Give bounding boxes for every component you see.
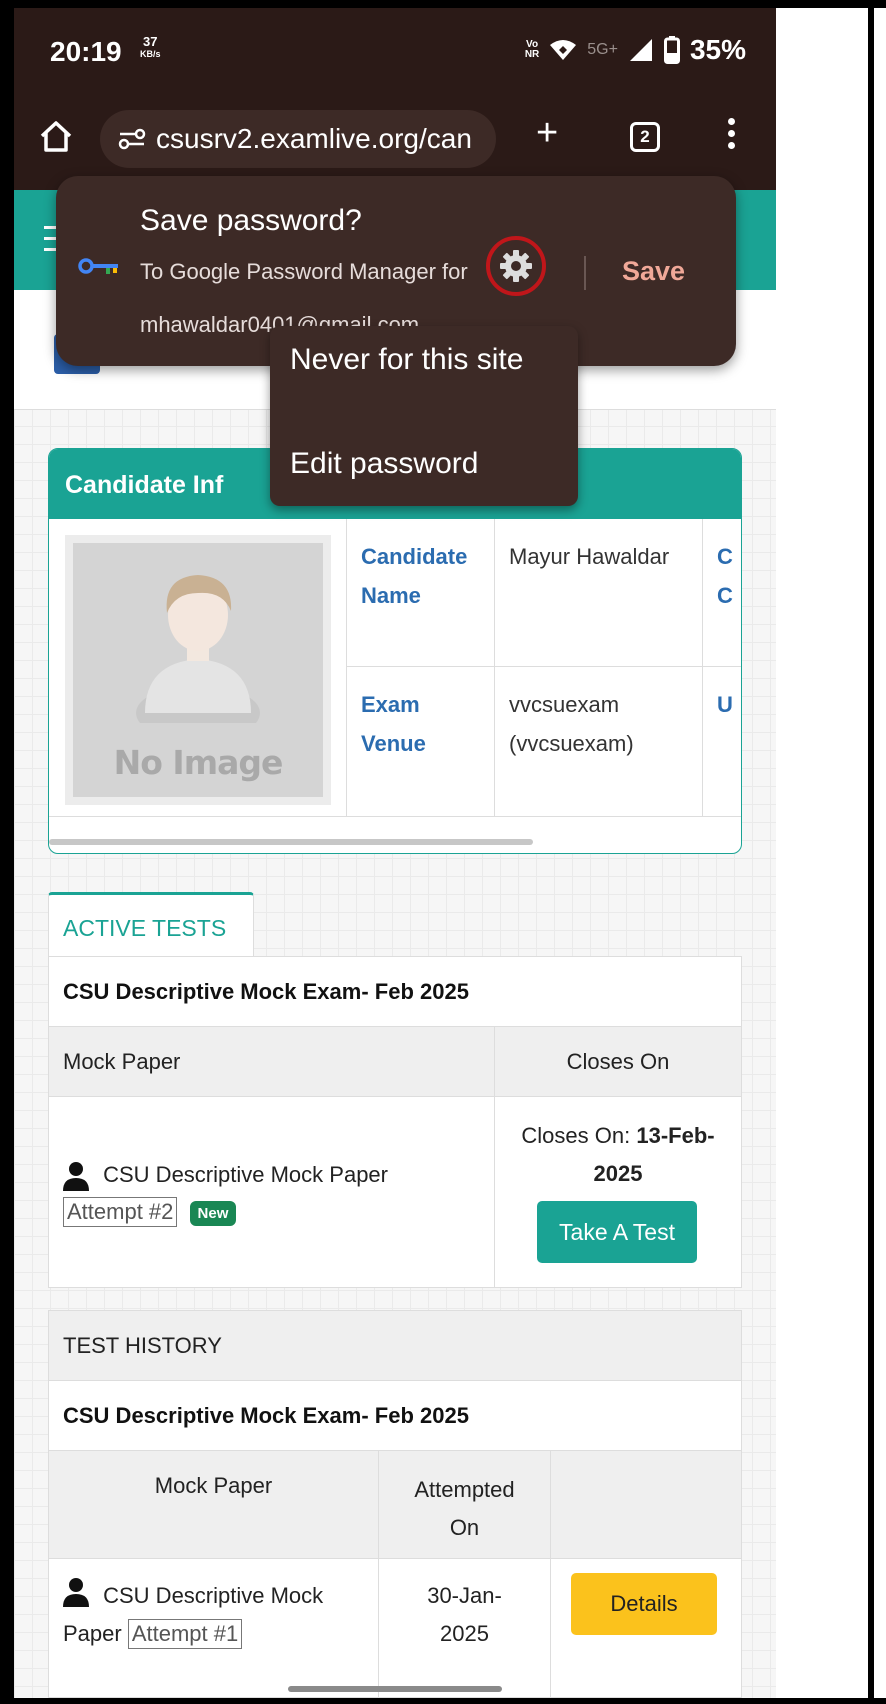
candidate-table: No Image Candidate Name Mayur Hawaldar C… [49,519,741,819]
attempted-date-cell: 30-Jan-2025 [379,1559,551,1698]
history-col-mock-paper: Mock Paper [49,1451,379,1559]
save-password-button[interactable]: Save [622,256,685,287]
status-bar: 20:19 37 KB/s Vo NR 5G+ 35% [14,8,776,96]
exam-venue-value: vvcsuexam (vvcsuexam) [495,667,703,817]
exam-venue-label: Exam Venue [347,667,495,817]
frame-top-border [0,0,886,8]
no-image-text: No Image [113,743,284,782]
details-button[interactable]: Details [571,1573,717,1635]
signal-icon [629,39,652,61]
phone-screen: 20:19 37 KB/s Vo NR 5G+ 35% csusrv2.exam… [14,8,776,1698]
active-paper-name: CSU Descriptive Mock Paper [103,1162,388,1187]
net-speed-value: 37 [143,34,158,49]
user-icon [63,1578,89,1607]
dialog-divider [584,256,586,290]
closes-on-cell: Closes On: 13-Feb-2025 Take A Test [495,1097,741,1287]
battery-icon [663,36,680,64]
key-icon [78,258,118,274]
closes-on-prefix: Closes On: [521,1123,631,1148]
candidate-photo: No Image [65,535,331,805]
attempt-badge: Attempt #2 [63,1197,178,1227]
battery-percent: 35% [689,34,746,65]
details-cell: Details [551,1559,741,1698]
url-text: csusrv2.examlive.org/can [156,123,472,154]
more-menu-icon[interactable] [726,118,736,154]
history-paper-cell: CSU Descriptive Mock Paper Attempt #1 [49,1559,379,1698]
status-time: 20:19 [50,36,122,67]
network-type: 5G+ [587,41,618,58]
gear-icon[interactable] [498,248,534,284]
home-icon[interactable] [36,116,76,156]
wifi-icon [550,40,577,60]
net-speed-unit: KB/s [140,49,161,59]
highlight-ring [486,236,546,296]
photo-cell: No Image [49,519,347,817]
take-a-test-button[interactable]: Take A Test [537,1201,697,1263]
menu-item-edit-password[interactable]: Edit password [290,444,478,484]
cut-column-text-2: C [717,583,733,608]
tab-switcher-button[interactable]: 2 [630,122,660,152]
active-exam-title: CSU Descriptive Mock Exam- Feb 2025 [49,957,741,1027]
avatar-placeholder-icon [136,575,260,723]
cut-column-label: C C [703,519,741,667]
address-bar[interactable]: csusrv2.examlive.org/can [100,110,496,168]
net-speed: 37 KB/s [140,34,161,60]
candidate-name-label: Candidate Name [347,519,495,667]
volte-icon: Vo NR [525,40,539,60]
password-options-menu: Never for this site Edit password [270,326,578,506]
test-history-header: TEST HISTORY [49,1311,741,1381]
frame-bottom-border [0,1698,886,1704]
horizontal-scrollbar[interactable] [49,839,533,845]
active-paper-cell: CSU Descriptive Mock Paper Attempt #2 Ne… [49,1097,495,1287]
new-tab-icon[interactable]: + [536,112,558,155]
cut-column-text-1: C [717,544,733,569]
history-exam-title: CSU Descriptive Mock Exam- Feb 2025 [49,1381,741,1451]
candidate-name-value: Mayur Hawaldar [495,519,703,667]
menu-item-never-for-site[interactable]: Never for this site [290,340,550,380]
cut-column-label-2: U [703,667,741,817]
history-attempt-badge: Attempt #1 [127,1619,243,1649]
system-icons: Vo NR 5G+ 35% [525,34,746,66]
col-header-closes-on: Closes On [495,1027,741,1097]
site-settings-icon[interactable] [118,127,146,151]
history-col-actions [551,1451,741,1559]
user-icon [63,1162,89,1192]
candidate-info-card: Candidate Inf No Image Candidate Name Ma… [48,448,742,854]
dialog-description: To Google Password Manager for [140,259,468,284]
history-col-attempted-on: Attempted On [379,1451,551,1559]
tab-active-tests[interactable]: ACTIVE TESTS [48,892,254,958]
gesture-bar[interactable] [288,1686,502,1692]
active-tests-panel: CSU Descriptive Mock Exam- Feb 2025 Mock… [48,956,742,1288]
volte-bottom: NR [524,49,540,60]
dialog-title: Save password? [140,204,362,237]
new-badge: New [189,1200,237,1226]
frame-right-border [868,0,874,1704]
test-history-panel: TEST HISTORY CSU Descriptive Mock Exam- … [48,1310,742,1698]
frame-left-border [0,0,14,1704]
col-header-mock-paper: Mock Paper [49,1027,495,1097]
